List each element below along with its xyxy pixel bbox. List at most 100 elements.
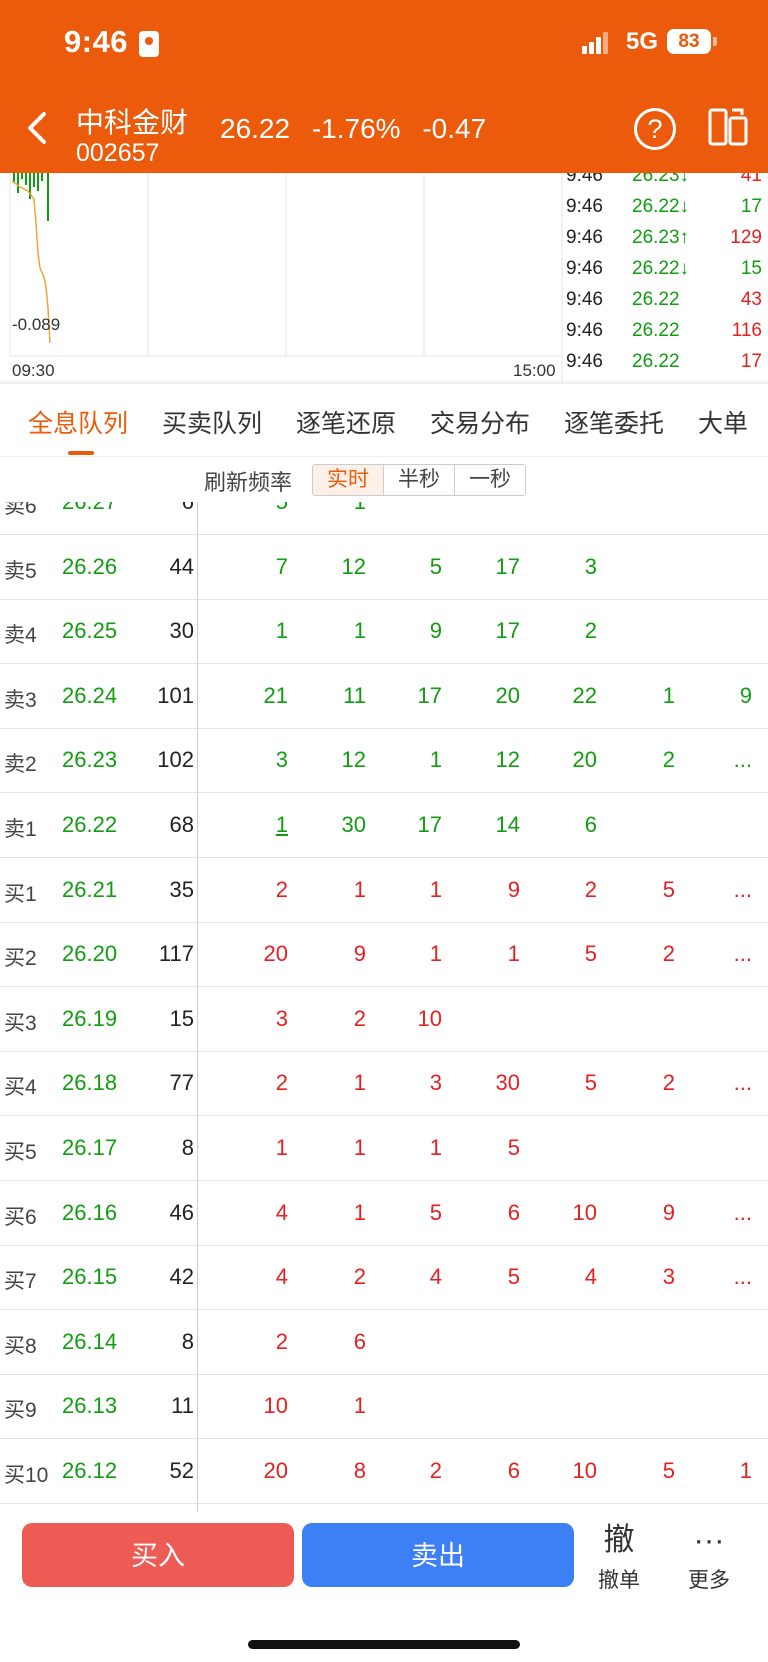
queue-level-label: 买5: [4, 1141, 37, 1164]
queue-order-qty: 5: [662, 876, 675, 902]
queue-order-qty: 1: [353, 1393, 366, 1419]
refresh-rate-bar: 刷新频率 实时 半秒 一秒: [0, 456, 768, 502]
queue-level-label: 卖3: [4, 688, 37, 712]
volume-bars: [13, 173, 49, 221]
home-indicator: [248, 1640, 520, 1649]
queue-order-qty: 20: [495, 682, 520, 708]
queue-order-qty: 1: [275, 1135, 288, 1160]
queue-order-qty: 5: [662, 1458, 675, 1483]
queue-row[interactable]: 买10 26.12 52 20 8 2 6 10 5 1: [0, 1439, 768, 1504]
queue-row[interactable]: 买8 26.14 8 2 6: [0, 1310, 768, 1375]
queue-order-qty: 10: [572, 1458, 597, 1483]
queue-order-qty: 2: [662, 941, 675, 967]
queue-order-qty: 4: [275, 1264, 288, 1290]
queue-price: 26.19: [62, 1005, 118, 1031]
tick-list[interactable]: 9:46 26.23↓ 41 9:46 26.22↓ 17 9:46 26.23↑ 129 9:4…: [562, 173, 768, 383]
queue-order-qty: 6: [507, 1458, 520, 1483]
tick-volume: 17: [740, 196, 762, 217]
queue-order-qty: 9: [739, 682, 752, 708]
current-price: 26.22: [220, 113, 291, 144]
queue-order-qty: 11: [343, 682, 366, 708]
queue-total: 35: [169, 876, 194, 902]
queue-order-qty: 2: [429, 1458, 442, 1483]
queue-row[interactable]: 买3 26.19 15 3 2 10: [0, 987, 768, 1052]
queue-price: 26.16: [62, 1199, 118, 1225]
tab-item[interactable]: 全息队列: [28, 404, 128, 440]
queue-price: 26.27: [62, 502, 117, 515]
stock-code: 002657: [76, 139, 160, 167]
queue-level-label: 买4: [4, 1076, 37, 1100]
queue-order-qty: 3: [584, 553, 597, 579]
queue-order-qty: 17: [417, 682, 442, 708]
queue-order-qty: 20: [263, 941, 288, 967]
queue-order-qty: 10: [263, 1393, 288, 1419]
queue-total: 46: [169, 1199, 194, 1225]
queue-price: 26.26: [62, 553, 118, 579]
tab-item[interactable]: 逐笔还原: [296, 404, 396, 440]
tab-item[interactable]: 逐笔委托: [564, 404, 664, 440]
more-button[interactable]: ··· 更多: [679, 1522, 739, 1594]
queue-price: 26.23: [62, 747, 118, 773]
queue-order-qty: 9: [429, 618, 442, 644]
tick-price: 26.23↓: [632, 173, 690, 186]
queue-level-label: 买8: [4, 1334, 37, 1358]
queue-order-qty: 7: [275, 553, 288, 579]
queue-order-qty: 20: [263, 1458, 288, 1483]
queue-total: 15: [169, 1005, 194, 1031]
cancel-order-button[interactable]: 撤 撤单: [589, 1522, 649, 1594]
queue-order-qty: 1: [429, 1135, 442, 1160]
more-label: 更多: [688, 1569, 730, 1592]
tab-item[interactable]: 交易分布: [430, 404, 530, 440]
queue-order-qty: 1: [353, 1135, 366, 1160]
queue-row[interactable]: 卖2 26.23 102 3 12 1 12 20 2...: [0, 728, 768, 794]
queue-level-label: 卖5: [4, 559, 37, 583]
sell-button[interactable]: 卖出: [302, 1523, 574, 1587]
queue-row[interactable]: 卖3 26.24 101 21 11 17 20 22 1 9: [0, 664, 768, 729]
queue-order-qty: 3: [429, 1070, 442, 1096]
queue-row[interactable]: 买5 26.17 8 1 1 1 5: [0, 1116, 768, 1181]
queue-order-qty: 2: [275, 876, 288, 902]
queue-row[interactable]: 卖5 26.26 44 7 12 5 17 3: [0, 535, 768, 600]
queue-order-qty: 1: [275, 618, 288, 644]
queue-order-qty: 2: [275, 1070, 288, 1096]
refresh-option[interactable]: 实时: [313, 465, 384, 495]
queue-price: 26.18: [62, 1070, 118, 1096]
queue-row[interactable]: 买4 26.18 77 2 1 3 30 5 2...: [0, 1051, 768, 1117]
queue-order-qty: 12: [341, 747, 366, 773]
queue-order-qty: 1: [353, 876, 366, 902]
split-screen-button[interactable]: [708, 108, 748, 146]
queue-row[interactable]: 买2 26.20 117 20 9 1 1 5 2...: [0, 922, 768, 988]
network-type: 5G: [626, 28, 659, 55]
tab-item[interactable]: 大单: [698, 404, 748, 440]
tick-row: 9:46 26.22↓ 17: [562, 192, 768, 222]
queue-order-qty: 20: [572, 747, 597, 773]
refresh-rate-selector: 实时 半秒 一秒: [312, 464, 526, 496]
queue-row[interactable]: 卖6 26.27 6 5 1: [0, 502, 768, 535]
refresh-option[interactable]: 一秒: [455, 465, 525, 495]
signal-icon: [582, 32, 610, 54]
queue-row[interactable]: 买1 26.21 35 2 1 1 9 2 5...: [0, 858, 768, 923]
queue-order-qty: 5: [584, 941, 597, 967]
tab-item[interactable]: 买卖队列: [162, 404, 262, 440]
queue-order-qty: 4: [584, 1264, 597, 1290]
queue-row[interactable]: 买6 26.16 46 4 1 5 6 10 9...: [0, 1181, 768, 1246]
queue-row[interactable]: 买7 26.15 42 4 2 4 5 4 3...: [0, 1245, 768, 1311]
refresh-option[interactable]: 半秒: [384, 465, 455, 495]
queue-row[interactable]: 卖4 26.25 30 1 1 9 17 2: [0, 599, 768, 665]
app-header: 9:46 5G 83 中科金财 002657 26.22 -1.76% -0.4…: [0, 0, 768, 173]
queue-more-indicator: ...: [733, 747, 752, 773]
queue-order-qty: 3: [662, 1264, 675, 1290]
queue-order-qty: 2: [662, 1070, 675, 1096]
queue-row[interactable]: 卖1 26.22 68 1 30 17 14 6: [0, 793, 768, 858]
queue-price: 26.21: [62, 876, 118, 902]
queue-order-qty: 5: [507, 1135, 520, 1160]
queue-level-label: 买2: [4, 947, 37, 971]
help-button[interactable]: ?: [634, 108, 676, 150]
queue-row[interactable]: 买9 26.13 11 10 1: [0, 1374, 768, 1440]
order-queue-table[interactable]: 卖626.27651卖526.26447125173卖426.253011917…: [0, 502, 768, 1512]
queue-total: 44: [169, 553, 194, 579]
queue-order-qty: 6: [353, 1328, 366, 1354]
buy-button[interactable]: 买入: [22, 1523, 294, 1587]
status-time: 9:46: [64, 24, 129, 59]
back-button[interactable]: [22, 108, 52, 148]
